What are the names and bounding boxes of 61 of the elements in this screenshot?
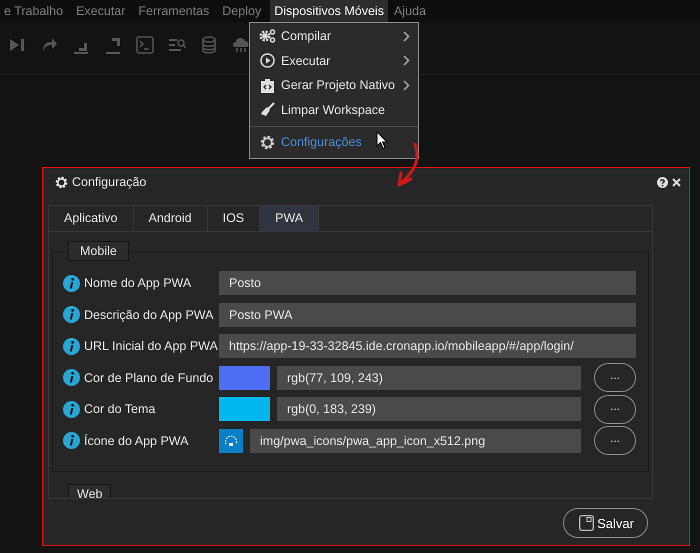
input-field[interactable]: rgb(77, 109, 243) (277, 366, 581, 390)
search-list-icon[interactable] (168, 36, 186, 54)
menu-option[interactable]: Executar (250, 48, 418, 73)
chevron-right-icon (403, 55, 410, 66)
dialog-title: Configuração (72, 175, 148, 189)
menu-item[interactable]: e Trabalho (0, 0, 68, 22)
browse-button[interactable]: ... (594, 363, 636, 392)
menu-option[interactable]: Compilar (250, 24, 418, 48)
field-label: Descrição do App PWA (84, 308, 214, 322)
browse-button[interactable]: ... (594, 394, 636, 424)
input-field[interactable]: https://app-19-33-32845.ide.cronapp.io/mobileapp/#/app/login/ (219, 334, 636, 358)
database-icon[interactable] (200, 36, 218, 54)
input-field[interactable]: img/pwa_icons/pwa_app_icon_x512.png (250, 428, 581, 453)
info-icon[interactable] (63, 306, 80, 324)
field-label: Ícone do App PWA (84, 434, 190, 448)
info-icon[interactable] (63, 338, 80, 355)
input-field[interactable]: Posto PWA (219, 302, 636, 327)
skip-icon[interactable] (8, 36, 26, 54)
package-code-icon (261, 78, 274, 93)
cursor-icon (376, 131, 388, 150)
menu-option[interactable]: Configurações (250, 130, 418, 154)
menu-item[interactable]: Ajuda (390, 0, 430, 22)
field-label: Cor de Plano de Fundo (84, 370, 214, 385)
step-out-icon[interactable] (104, 36, 122, 54)
menu-option[interactable]: Gerar Projeto Nativo (250, 73, 418, 98)
settings-icon (260, 134, 275, 150)
menu-item[interactable]: Deploy (218, 0, 266, 22)
chevron-right-icon (403, 80, 410, 91)
menu-option[interactable]: Limpar Workspace (250, 98, 418, 122)
play-circle-icon (260, 53, 275, 68)
gears-icon (259, 29, 276, 44)
help-icon[interactable] (657, 176, 668, 188)
color-swatch[interactable] (219, 366, 270, 390)
terminal-icon[interactable] (136, 36, 154, 54)
info-icon[interactable] (63, 400, 80, 418)
color-swatch[interactable] (219, 397, 270, 422)
menu-item[interactable]: Ferramentas (134, 0, 214, 22)
broom-icon (260, 102, 275, 118)
info-icon[interactable] (63, 274, 80, 292)
input-field[interactable]: rgb(0, 183, 239) (277, 397, 581, 422)
close-icon[interactable] (672, 178, 681, 186)
section-legend: Mobile (68, 241, 129, 261)
settings-icon (55, 176, 68, 188)
field-label: Cor do Tema (84, 402, 156, 416)
tab[interactable]: Android (134, 206, 208, 231)
info-icon[interactable] (63, 432, 80, 450)
info-icon[interactable] (63, 369, 80, 386)
field-label: URL Inicial do App PWA (84, 339, 219, 354)
browse-button[interactable]: ... (594, 426, 636, 456)
field-label: Nome do App PWA (84, 276, 192, 290)
menu-item[interactable]: Dispositivos Móveis (270, 0, 388, 22)
save-icon (579, 515, 594, 531)
cloud-icon[interactable] (232, 36, 250, 54)
app-icon (219, 428, 243, 453)
save-button[interactable]: Salvar (563, 508, 648, 538)
tab[interactable]: PWA (260, 206, 320, 231)
tab[interactable]: Aplicativo (49, 206, 134, 231)
section-legend: Web (68, 484, 112, 498)
input-field[interactable]: Posto (219, 271, 636, 295)
menu-item[interactable]: Executar (72, 0, 130, 22)
chevron-right-icon (403, 30, 410, 42)
